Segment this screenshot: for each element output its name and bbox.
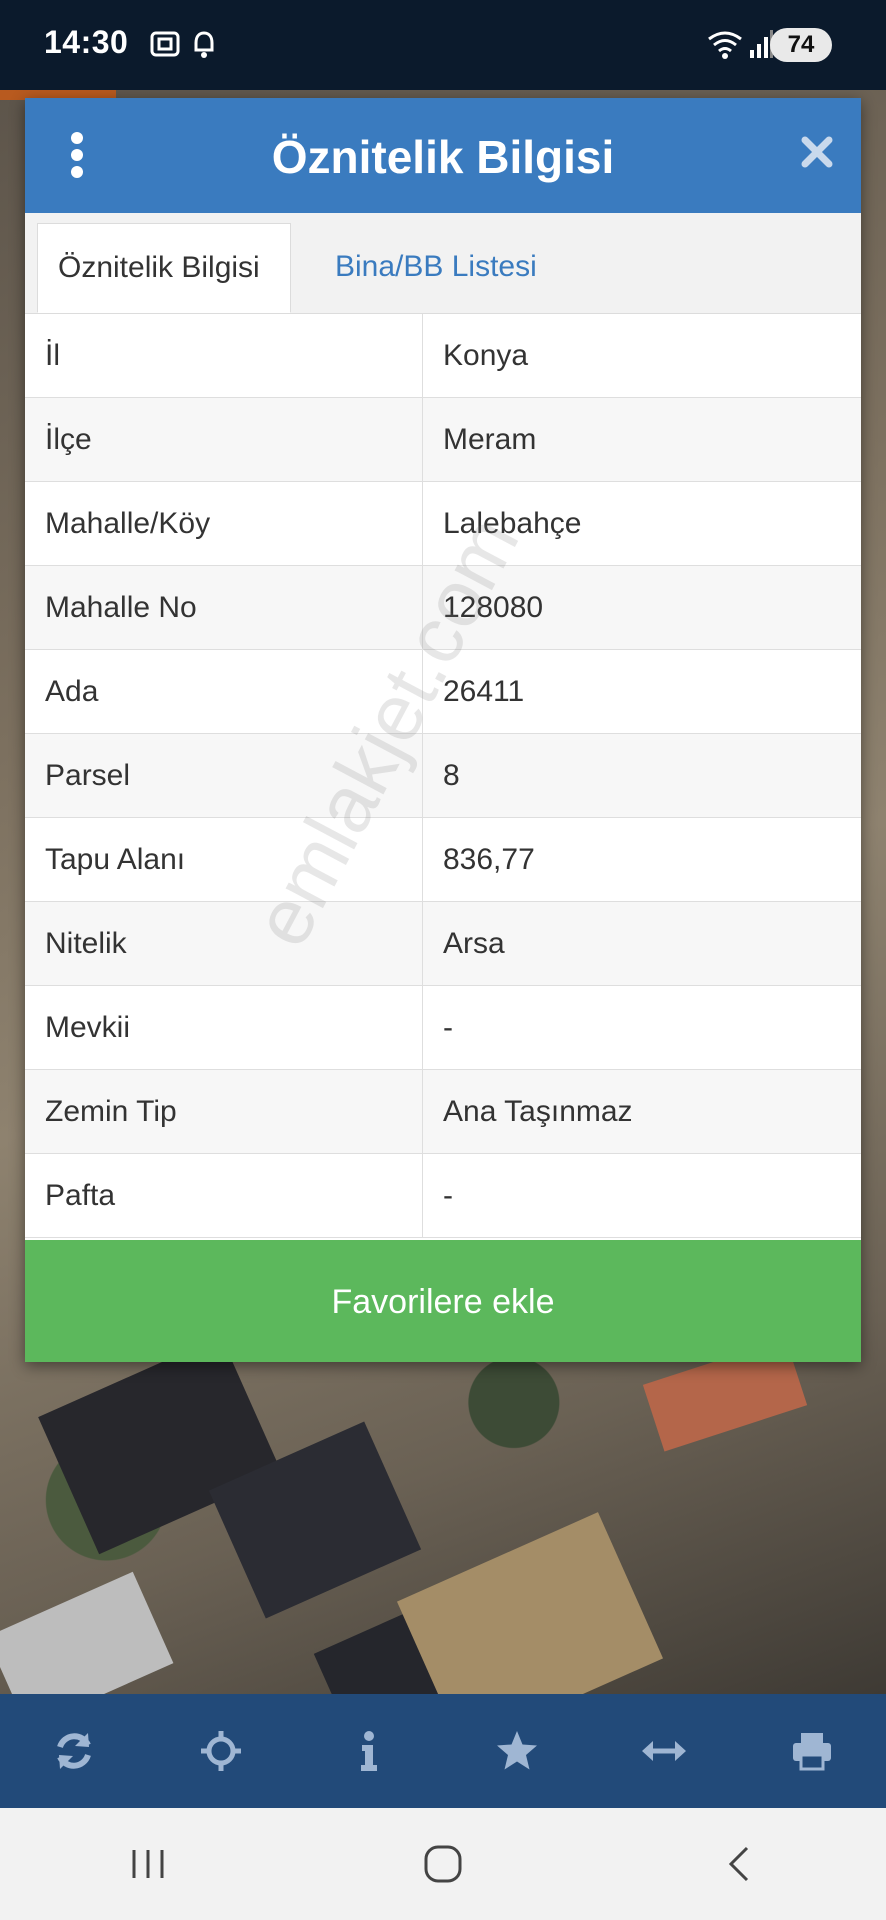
print-icon[interactable]	[782, 1721, 842, 1781]
row-value: 836,77	[422, 817, 861, 902]
close-icon[interactable]	[799, 134, 835, 170]
row-key: Pafta	[25, 1153, 423, 1238]
row-key: Mahalle No	[25, 565, 423, 650]
row-value: Ana Taşınmaz	[422, 1069, 861, 1154]
row-key: İl	[25, 314, 423, 398]
screenshot-icon	[150, 31, 180, 57]
row-value: 128080	[422, 565, 861, 650]
system-nav-bar	[0, 1808, 886, 1920]
locate-icon[interactable]	[191, 1721, 251, 1781]
attribute-table: İl Konya İlçe Meram Mahalle/Köy Lalebahçe M…	[25, 314, 861, 1238]
row-key: Nitelik	[25, 901, 423, 986]
notification-icon	[194, 31, 214, 58]
row-key: Mevkii	[25, 985, 423, 1070]
row-value: Arsa	[422, 901, 861, 986]
info-icon[interactable]	[339, 1721, 399, 1781]
table-row: Parsel 8	[25, 733, 861, 818]
tab-building-list[interactable]: Bina/BB Listesi	[315, 223, 557, 313]
table-row: Tapu Alanı 836,77	[25, 817, 861, 902]
row-value: Konya	[422, 314, 861, 398]
table-row: Mevkii -	[25, 985, 861, 1070]
row-key: Ada	[25, 649, 423, 734]
battery-indicator: 74	[770, 28, 832, 62]
status-time: 14:30	[44, 24, 129, 60]
row-key: Zemin Tip	[25, 1069, 423, 1154]
wifi-icon	[708, 31, 742, 59]
row-value: Meram	[422, 397, 861, 482]
row-key: Mahalle/Köy	[25, 481, 423, 566]
star-icon[interactable]	[487, 1721, 547, 1781]
table-row: Mahalle/Köy Lalebahçe	[25, 481, 861, 566]
table-row: Mahalle No 128080	[25, 565, 861, 650]
measure-icon[interactable]	[634, 1721, 694, 1781]
row-value: 26411	[422, 649, 861, 734]
table-row: Nitelik Arsa	[25, 901, 861, 986]
refresh-icon[interactable]	[44, 1721, 104, 1781]
table-row: Pafta -	[25, 1153, 861, 1238]
row-key: İlçe	[25, 397, 423, 482]
status-bar: 14:30 74	[0, 0, 886, 90]
row-value: -	[422, 985, 861, 1070]
add-favorite-button[interactable]: Favorilere ekle	[25, 1240, 861, 1362]
bottom-toolbar	[0, 1694, 886, 1808]
row-value: 8	[422, 733, 861, 818]
tab-attribute-info[interactable]: Öznitelik Bilgisi	[37, 223, 291, 313]
back-icon[interactable]	[703, 1829, 773, 1899]
table-row: İl Konya	[25, 314, 861, 398]
dialog-title: Öznitelik Bilgisi	[271, 131, 615, 183]
table-row: Zemin Tip Ana Taşınmaz	[25, 1069, 861, 1154]
row-key: Tapu Alanı	[25, 817, 423, 902]
dialog-header: Öznitelik Bilgisi	[25, 98, 861, 213]
row-value: -	[422, 1153, 861, 1238]
recent-apps-icon[interactable]	[113, 1829, 183, 1899]
tab-bar: Öznitelik Bilgisi Bina/BB Listesi	[25, 213, 861, 314]
table-row: İlçe Meram	[25, 397, 861, 482]
home-icon[interactable]	[408, 1829, 478, 1899]
row-value: Lalebahçe	[422, 481, 861, 566]
table-row: Ada 26411	[25, 649, 861, 734]
attribute-dialog: Öznitelik Bilgisi Öznitelik Bilgisi Bina…	[25, 98, 861, 1362]
row-key: Parsel	[25, 733, 423, 818]
